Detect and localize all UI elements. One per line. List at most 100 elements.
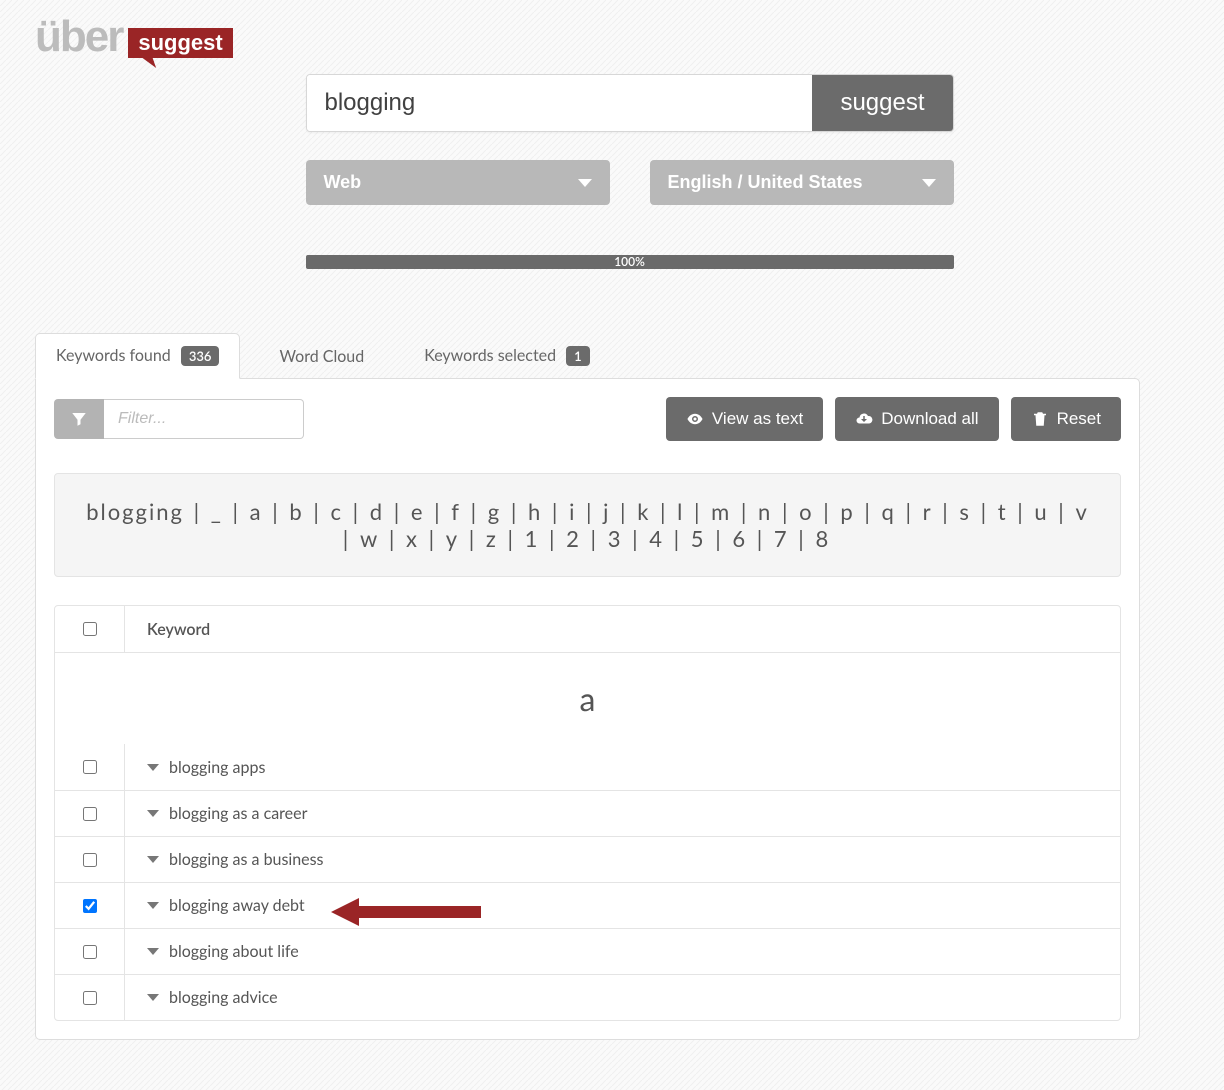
alpha-link[interactable]: h [526, 498, 544, 525]
tab-keywords-selected[interactable]: Keywords selected 1 [403, 333, 611, 379]
alpha-link[interactable]: d [368, 498, 386, 525]
alpha-link[interactable]: 4 [647, 525, 666, 552]
tab-word-cloud[interactable]: Word Cloud [258, 334, 385, 379]
tab-label: Word Cloud [279, 347, 364, 366]
alpha-link[interactable]: p [838, 498, 856, 525]
section-row: a [55, 652, 1120, 744]
alpha-link[interactable]: a [248, 498, 265, 525]
progress-bar: 100% [306, 255, 954, 269]
action-buttons: View as text Download all Reset [666, 397, 1121, 441]
locale-select[interactable]: English / United States [650, 160, 954, 205]
alpha-link[interactable]: f [449, 498, 463, 525]
alpha-link[interactable]: 7 [772, 525, 791, 552]
alpha-link[interactable]: 3 [606, 525, 625, 552]
alpha-link[interactable]: l [675, 498, 686, 525]
suggest-button[interactable]: suggest [812, 75, 952, 131]
alpha-link[interactable]: 8 [813, 525, 832, 552]
alpha-link[interactable]: m [709, 498, 733, 525]
trash-icon [1031, 410, 1049, 428]
section-letter: a [55, 653, 1120, 744]
alpha-link[interactable]: w [358, 525, 381, 552]
source-select-label: Web [324, 172, 362, 193]
alpha-nav: blogging | _ | a | b | c | d | e | f | g… [54, 473, 1121, 577]
alpha-link[interactable]: n [756, 498, 774, 525]
logo-suggest-text: suggest [128, 28, 232, 58]
keyword-text: blogging apps [169, 758, 265, 777]
keyword-cell[interactable]: blogging apps [125, 746, 1120, 789]
keyword-cell[interactable]: blogging away debt [125, 884, 1120, 927]
toolbar: View as text Download all Reset [54, 397, 1121, 441]
button-label: Download all [881, 409, 978, 429]
alpha-link[interactable]: k [635, 498, 652, 525]
row-checkbox-cell [55, 837, 125, 882]
caret-down-icon [147, 764, 159, 771]
results-panel: View as text Download all Reset blogging… [35, 378, 1140, 1040]
search-input[interactable] [307, 75, 813, 131]
header-checkbox-cell [55, 606, 125, 652]
alpha-link[interactable]: c [328, 498, 345, 525]
row-checkbox[interactable] [83, 760, 97, 774]
select-all-checkbox[interactable] [83, 622, 97, 636]
search-row: suggest [306, 74, 954, 132]
table-row: blogging as a career [55, 790, 1120, 836]
keywords-table: Keyword a blogging apps blogging as a car… [54, 605, 1121, 1021]
alpha-link[interactable]: o [797, 498, 815, 525]
alpha-link[interactable]: s [957, 498, 973, 525]
row-checkbox[interactable] [83, 853, 97, 867]
filter-input[interactable] [104, 399, 304, 439]
alpha-link[interactable]: 6 [730, 525, 749, 552]
alpha-link[interactable]: j [601, 498, 612, 525]
alpha-link[interactable]: e [409, 498, 427, 525]
row-checkbox[interactable] [83, 899, 97, 913]
tabs: Keywords found 336 Word Cloud Keywords s… [35, 333, 1140, 379]
row-checkbox-cell [55, 744, 125, 790]
keyword-cell[interactable]: blogging advice [125, 976, 1120, 1019]
alpha-link[interactable]: 2 [564, 525, 583, 552]
row-checkbox[interactable] [83, 945, 97, 959]
chevron-down-icon [922, 179, 936, 187]
row-checkbox[interactable] [83, 991, 97, 1005]
alpha-root[interactable]: blogging [84, 498, 186, 525]
alpha-link[interactable]: b [287, 498, 305, 525]
caret-down-icon [147, 994, 159, 1001]
filter-button[interactable] [54, 399, 104, 439]
row-checkbox-cell [55, 791, 125, 836]
download-all-button[interactable]: Download all [835, 397, 998, 441]
alpha-link[interactable]: 5 [689, 525, 708, 552]
keyword-text: blogging as a business [169, 850, 323, 869]
row-checkbox[interactable] [83, 807, 97, 821]
alpha-link[interactable]: y [444, 525, 461, 552]
keyword-cell[interactable]: blogging about life [125, 930, 1120, 973]
logo-uber-text: über [35, 12, 122, 62]
alpha-link[interactable]: _ [209, 498, 225, 525]
alpha-link[interactable]: g [486, 498, 503, 525]
keyword-text: blogging about life [169, 942, 299, 961]
table-row: blogging advice [55, 974, 1120, 1020]
alpha-link[interactable]: v [1073, 498, 1090, 525]
button-label: View as text [712, 409, 803, 429]
caret-down-icon [147, 902, 159, 909]
alpha-link[interactable]: 1 [523, 525, 542, 552]
alpha-link[interactable]: r [921, 498, 935, 525]
keyword-cell[interactable]: blogging as a career [125, 792, 1120, 835]
source-select[interactable]: Web [306, 160, 610, 205]
results-area: Keywords found 336 Word Cloud Keywords s… [35, 333, 1140, 1040]
alpha-link[interactable]: z [484, 525, 500, 552]
table-row: blogging about life [55, 928, 1120, 974]
table-header: Keyword [55, 606, 1120, 652]
reset-button[interactable]: Reset [1011, 397, 1121, 441]
alpha-link[interactable]: q [880, 498, 898, 525]
row-checkbox-cell [55, 883, 125, 928]
caret-down-icon [147, 810, 159, 817]
search-area: suggest Web English / United States 100% [175, 74, 1085, 309]
row-checkbox-cell [55, 929, 125, 974]
alpha-link[interactable]: u [1032, 498, 1050, 525]
alpha-link[interactable]: t [996, 498, 1010, 525]
view-as-text-button[interactable]: View as text [666, 397, 823, 441]
tab-keywords-found[interactable]: Keywords found 336 [35, 333, 240, 379]
keyword-text: blogging as a career [169, 804, 307, 823]
table-row: blogging apps [55, 744, 1120, 790]
keyword-cell[interactable]: blogging as a business [125, 838, 1120, 881]
alpha-link[interactable]: i [567, 498, 578, 525]
alpha-link[interactable]: x [404, 525, 421, 552]
